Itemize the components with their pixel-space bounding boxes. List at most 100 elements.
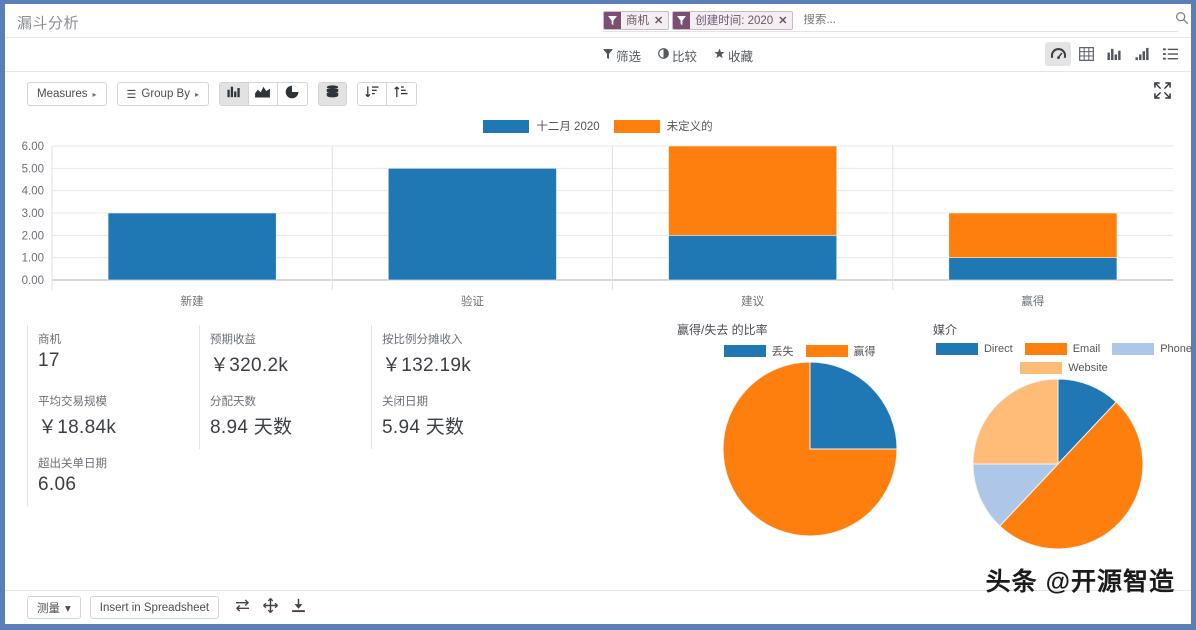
legend-item[interactable]: 丢失: [723, 343, 794, 359]
search-icon[interactable]: [1175, 11, 1189, 28]
gauge-icon: [1050, 47, 1066, 62]
svg-text:6.00: 6.00: [22, 141, 44, 153]
group-by-button[interactable]: ☰ Group By ▸: [116, 82, 209, 106]
legend-item[interactable]: 十二月 2020: [483, 118, 600, 134]
legend-swatch: [1024, 343, 1067, 355]
fullscreen-button[interactable]: [1151, 82, 1173, 104]
chart-type-pie-button[interactable]: [277, 83, 307, 105]
measures-button[interactable]: Measures ▸: [27, 82, 107, 106]
search-facet-created-date[interactable]: 创建时间: 2020 ✕: [672, 10, 794, 30]
sort-descending-button[interactable]: [357, 83, 387, 105]
pie-legend: 丢失 赢得: [677, 343, 922, 359]
kpi-label: 预期收益: [210, 334, 256, 346]
stacked-toggle-button[interactable]: [317, 82, 347, 106]
kpi-value: 8.94 天数: [210, 417, 293, 438]
filter-icon: [604, 11, 621, 29]
kpi-days-to-assign[interactable]: 分配天数 8.94 天数: [199, 387, 371, 449]
view-button-pivot[interactable]: [1073, 42, 1099, 66]
svg-text:4.00: 4.00: [22, 186, 44, 198]
facet-remove-icon[interactable]: ✕: [653, 14, 668, 27]
svg-text:2.00: 2.00: [22, 230, 44, 242]
svg-text:新建: 新建: [181, 294, 204, 308]
view-button-list[interactable]: [1157, 42, 1183, 66]
kpi-label: 关闭日期: [382, 396, 428, 408]
bar-chart-icon: [1107, 47, 1122, 61]
search-facet-opportunity[interactable]: 商机 ✕: [603, 10, 670, 30]
menu-item-favorites[interactable]: 收藏: [714, 46, 753, 65]
svg-text:1.00: 1.00: [22, 253, 44, 265]
svg-text:3.00: 3.00: [22, 208, 44, 220]
database-icon: [326, 84, 339, 104]
swap-axis-button[interactable]: [228, 596, 256, 619]
legend-item[interactable]: Website: [1020, 362, 1108, 374]
legend-label: 赢得: [853, 346, 876, 358]
contrast-icon: [658, 48, 669, 62]
bar-chart-canvas[interactable]: 0.00 1.00 2.00 3.00 4.00 5.00 6.00 新建 验证 建议 赢得: [5, 138, 1191, 318]
pie-canvas[interactable]: [933, 376, 1195, 551]
menu-item-filter[interactable]: 筛选: [603, 46, 641, 65]
kpi-average-deal-size[interactable]: 平均交易规模 ￥18.84k: [27, 387, 199, 449]
pie-chart-won-lost: 赢得/失去 的比率 丢失 赢得: [677, 321, 922, 541]
pie-canvas[interactable]: [677, 361, 922, 537]
facet-remove-icon[interactable]: ✕: [777, 14, 792, 27]
download-icon: [291, 598, 306, 618]
expand-icon: [1153, 82, 1171, 104]
search-input[interactable]: [796, 14, 1178, 26]
star-icon: [714, 48, 725, 62]
table-icon: [1078, 47, 1094, 61]
legend-label: Website: [1068, 362, 1108, 374]
chart-type-area-button[interactable]: [248, 83, 278, 105]
kpi-opportunities[interactable]: 商机 17: [27, 325, 199, 387]
kpi-value: ￥320.2k: [210, 355, 289, 376]
legend-swatch: [613, 119, 660, 133]
menu-item-compare[interactable]: 比较: [658, 46, 697, 65]
kpi-expected-revenue[interactable]: 预期收益 ￥320.2k: [199, 325, 371, 387]
view-button-signal[interactable]: [1129, 42, 1155, 66]
pie-slice[interactable]: [809, 361, 898, 450]
kpi-value: ￥132.19k: [382, 355, 472, 376]
sort-asc-icon: [394, 85, 409, 104]
svg-text:5.00: 5.00: [22, 163, 44, 175]
bottom-icon-group: [228, 596, 312, 619]
move-icon: [262, 597, 278, 618]
measure-dropdown-button[interactable]: 测量 ▾: [27, 596, 81, 619]
facet-label: 商机: [626, 15, 649, 27]
kpi-prorated-revenue[interactable]: 按比例分摊收入 ￥132.19k: [371, 325, 543, 387]
legend-item[interactable]: Email: [1024, 343, 1100, 355]
kpi-label: 商机: [38, 334, 61, 346]
chart-type-group: [218, 82, 308, 106]
legend-item[interactable]: 赢得: [805, 343, 876, 359]
legend-item[interactable]: Phone: [1112, 343, 1192, 355]
kpi-value: ￥18.84k: [38, 417, 117, 438]
expand-all-button[interactable]: [256, 596, 284, 619]
download-button[interactable]: [284, 596, 312, 619]
legend-item[interactable]: 未定义的: [613, 118, 713, 134]
insert-in-spreadsheet-button[interactable]: Insert in Spreadsheet: [89, 596, 220, 619]
lower-region: 商机 17 预期收益 ￥320.2k 按比例分摊收入 ￥132.19k 平均交易…: [5, 321, 1192, 576]
kpi-label: 按比例分摊收入: [382, 334, 463, 346]
bar-chart-region: 十二月 2020 未定义的 0.00 1.00 2.00 3.00 4.00 5.00 6.…: [5, 116, 1191, 321]
search-bar[interactable]: 商机 ✕ 创建时间: 2020 ✕: [603, 9, 1178, 32]
view-button-graph[interactable]: [1045, 42, 1071, 66]
kpi-value: 5.94 天数: [382, 417, 465, 438]
chart-type-bar-button[interactable]: [219, 83, 249, 105]
view-button-bar[interactable]: [1101, 42, 1127, 66]
legend-swatch: [483, 119, 530, 133]
pie-title: 赢得/失去 的比率: [677, 323, 768, 337]
swap-icon: [235, 598, 250, 617]
kpi-row: 商机 17 预期收益 ￥320.2k 按比例分摊收入 ￥132.19k: [27, 325, 657, 387]
kpi-days-to-close[interactable]: 关闭日期 5.94 天数: [371, 387, 543, 449]
legend-label: 丢失: [771, 346, 794, 358]
sort-ascending-button[interactable]: [386, 83, 416, 105]
legend-item[interactable]: Direct: [935, 343, 1013, 355]
legend-label: 十二月 2020: [536, 121, 600, 133]
group-by-label: Group By: [141, 88, 190, 100]
application-window: 漏斗分析 商机 ✕ 创建时间: 2020 ✕ 搜索... 筛选 比较 收藏 Me…: [0, 0, 1196, 630]
kpi-overdue-close-date[interactable]: 超出关单日期 6.06: [27, 449, 199, 506]
svg-text:赢得: 赢得: [1021, 294, 1044, 308]
filter-icon: [603, 48, 613, 62]
menu-bar: 筛选 比较 收藏: [5, 38, 1191, 72]
legend-swatch: [723, 345, 766, 357]
svg-text:0.00: 0.00: [22, 275, 44, 287]
pie-slice[interactable]: [972, 378, 1059, 465]
